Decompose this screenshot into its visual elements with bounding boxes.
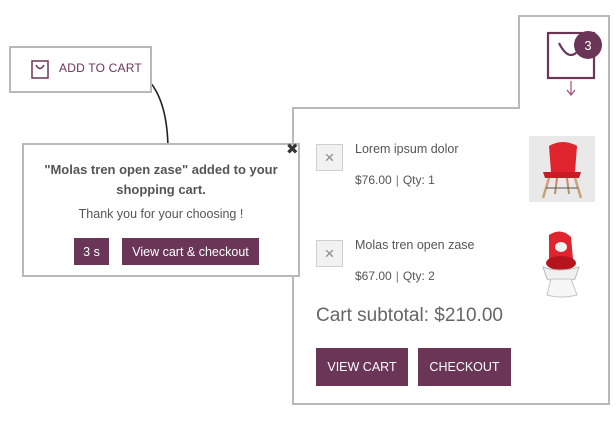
checkout-button[interactable]: CHECKOUT [418, 348, 511, 386]
cart-item-price: $76.00 [355, 173, 392, 187]
cart-subtotal: Cart subtotal: $210.00 [316, 305, 503, 326]
view-cart-button[interactable]: VIEW CART [316, 348, 408, 386]
cart-item-name[interactable]: Molas tren open zase [355, 238, 475, 252]
cart-item-price: $67.00 [355, 269, 392, 283]
mini-cart-toggle[interactable]: 3 [518, 15, 610, 109]
mini-cart-panel: × Lorem ipsum dolor $76.00 | Qty: 1 × Mola… [292, 107, 610, 405]
cart-item-name[interactable]: Lorem ipsum dolor [355, 142, 459, 156]
red-lounge-chair-image[interactable] [529, 229, 595, 299]
close-icon: × [324, 244, 335, 263]
popup-title-line2: shopping cart. [116, 182, 206, 197]
cart-item-price-qty: $76.00 | Qty: 1 [355, 173, 435, 187]
popup-title-line1: "Molas tren open zase" added to your [44, 162, 278, 177]
shopping-bag-icon [31, 60, 49, 79]
red-chair-image[interactable] [529, 136, 595, 202]
popup-countdown-badge: 3 s [74, 238, 109, 265]
cart-item-qty: Qty: 2 [402, 269, 435, 283]
popup-thanks-text: Thank you for your choosing ! [78, 207, 244, 221]
cart-item-qty: Qty: 1 [402, 173, 435, 187]
remove-item-button[interactable]: × [316, 240, 343, 267]
add-to-cart-label: ADD TO CART [59, 61, 142, 75]
popup-message: "Molas tren open zase" added to your sho… [24, 160, 298, 200]
close-icon[interactable]: ✖ [286, 142, 299, 157]
view-cart-checkout-button[interactable]: View cart & checkout [122, 238, 259, 265]
cart-count-badge: 3 [574, 31, 602, 59]
close-icon: × [324, 148, 335, 167]
remove-item-button[interactable]: × [316, 144, 343, 171]
add-to-cart-button[interactable]: ADD TO CART [9, 46, 152, 93]
cart-item-price-qty: $67.00 | Qty: 2 [355, 269, 435, 283]
added-to-cart-popup: ✖ "Molas tren open zase" added to your s… [22, 142, 300, 277]
cart-panel-top-border [292, 107, 520, 109]
